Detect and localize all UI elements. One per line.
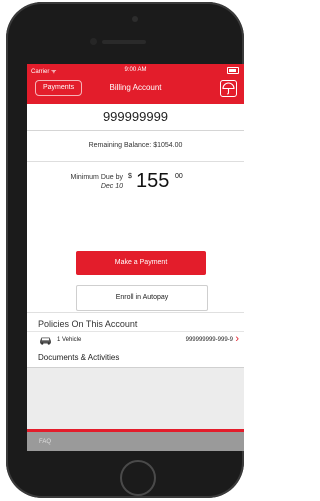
umbrella-icon[interactable] — [220, 80, 237, 97]
phone-screen: Carrier ᯤ 9:00 AM Payments Billing Accou… — [27, 64, 244, 451]
status-time: 9:00 AM — [124, 67, 147, 73]
minimum-due-date: Dec 10 — [100, 183, 123, 190]
policy-number: 999999999-999-9 — [185, 337, 233, 343]
sensor-dot — [132, 16, 138, 22]
account-number: 999999999 — [27, 104, 244, 131]
faq-link[interactable]: FAQ — [39, 439, 51, 445]
remaining-balance: Remaining Balance: $1054.00 — [27, 142, 244, 149]
battery-icon — [227, 67, 239, 74]
footer-bar: FAQ — [27, 429, 244, 451]
page-title: Billing Account — [109, 83, 162, 92]
minimum-due-label: Minimum Due by Dec 10 — [27, 173, 123, 191]
phone-frame: Carrier ᯤ 9:00 AM Payments Billing Accou… — [6, 2, 244, 498]
policy-vehicle-label: 1 Vehicle — [57, 337, 82, 343]
balance-summary: Remaining Balance: $1054.00 Minimum Due … — [27, 131, 244, 242]
payment-actions: Make a Payment Enroll in Autopay — [27, 241, 244, 312]
minimum-due-text: Minimum Due by — [70, 174, 123, 181]
documents-activities-row[interactable]: Documents & Activities — [27, 349, 244, 368]
remaining-balance-label: Remaining Balance: — [88, 142, 152, 149]
policy-row[interactable]: 1 Vehicle 999999999-999-9 › — [27, 331, 244, 350]
status-bar: Carrier ᯤ 9:00 AM — [27, 64, 244, 78]
policies-title: Policies On This Account — [38, 319, 138, 329]
remaining-balance-value: $1054.00 — [153, 142, 183, 149]
car-icon — [40, 337, 51, 345]
documents-title: Documents & Activities — [38, 353, 120, 362]
make-payment-button[interactable]: Make a Payment — [76, 251, 206, 275]
front-camera — [90, 38, 97, 45]
policies-section-header: Policies On This Account — [27, 312, 244, 331]
app-header: Carrier ᯤ 9:00 AM Payments Billing Accou… — [27, 64, 244, 104]
earpiece-speaker — [102, 40, 146, 44]
amount-currency: $ — [128, 173, 132, 180]
enroll-autopay-button[interactable]: Enroll in Autopay — [76, 285, 208, 311]
chevron-right-icon: › — [235, 333, 239, 345]
home-button[interactable] — [120, 460, 156, 496]
divider — [27, 161, 244, 162]
amount-cents: 00 — [175, 173, 183, 180]
amount-whole: 155 — [136, 170, 170, 192]
